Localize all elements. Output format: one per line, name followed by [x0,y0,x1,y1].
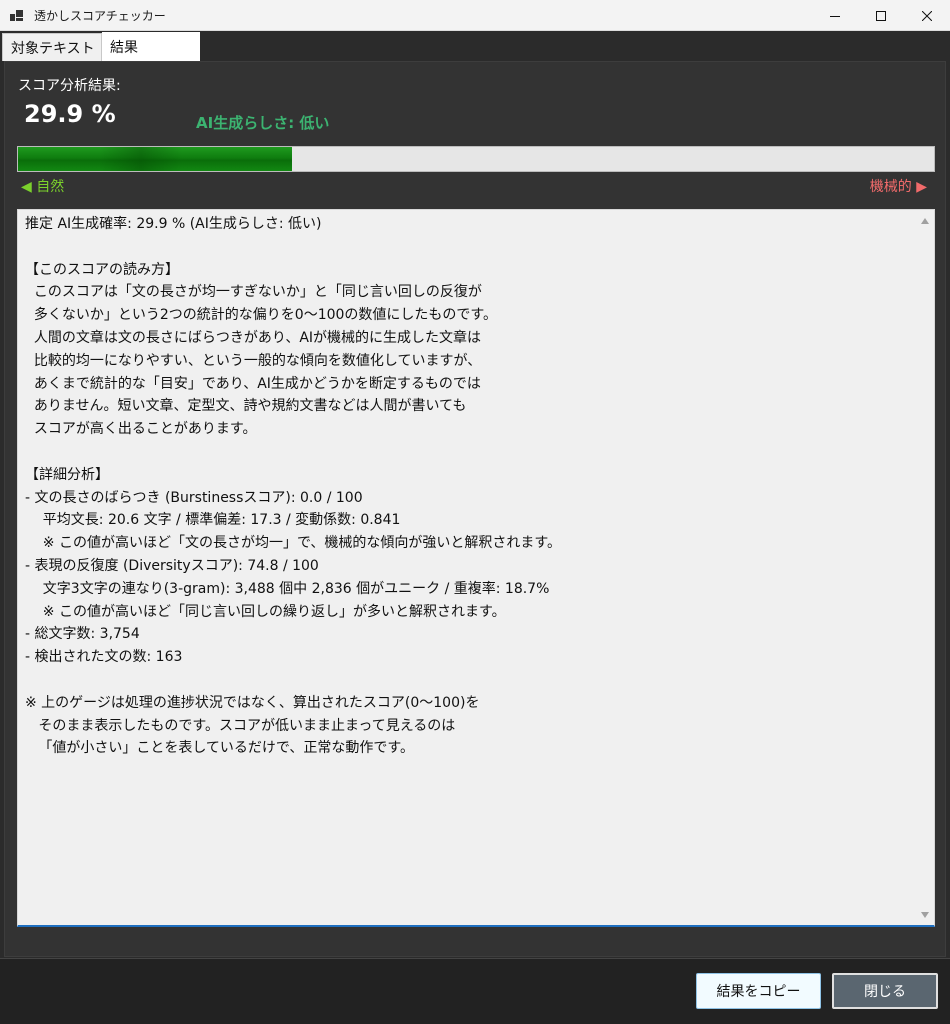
maximize-button[interactable] [858,0,904,31]
maximize-icon [876,10,886,21]
app-icon [10,8,24,22]
scroll-up-icon[interactable] [921,218,929,224]
minimize-button[interactable] [812,0,858,31]
score-value: 29.9 % [24,100,116,128]
footer-bar: 結果をコピー 閉じる [0,958,950,1024]
analysis-details-textbox[interactable]: 推定 AI生成確率: 29.9 % (AI生成らしさ: 低い) 【このスコアの読… [17,209,935,927]
score-gauge [17,146,935,172]
score-label: スコア分析結果: [18,78,121,94]
scale-natural-label: ◀ 自然 [21,179,65,195]
app-window: 透かしスコアチェッカー 対象テキスト 結果 スコア分析結果: 29.9 % AI… [0,0,950,1024]
close-icon [922,10,932,21]
ai-likelihood-label: AI生成らしさ: 低い [196,114,330,132]
scale-mechanical-label: 機械的 ▶ [869,179,927,195]
results-panel: スコア分析結果: 29.9 % AI生成らしさ: 低い ◀ 自然 機械的 ▶ 推… [4,61,946,957]
analysis-details-text: 推定 AI生成確率: 29.9 % (AI生成らしさ: 低い) 【このスコアの読… [25,216,562,757]
close-window-button[interactable] [904,0,950,31]
close-button[interactable]: 閉じる [832,973,938,1009]
scroll-down-icon[interactable] [921,912,929,918]
vertical-scrollbar[interactable] [917,210,934,925]
tab-target-text[interactable]: 対象テキスト [2,33,102,61]
window-title: 透かしスコアチェッカー [34,8,166,23]
title-bar[interactable]: 透かしスコアチェッカー [0,0,950,31]
tab-strip: 対象テキスト 結果 [0,31,950,61]
minimize-icon [830,15,840,17]
tab-results[interactable]: 結果 [102,32,200,61]
copy-results-button[interactable]: 結果をコピー [696,973,821,1009]
window-controls [812,0,950,31]
score-gauge-fill [18,147,292,171]
